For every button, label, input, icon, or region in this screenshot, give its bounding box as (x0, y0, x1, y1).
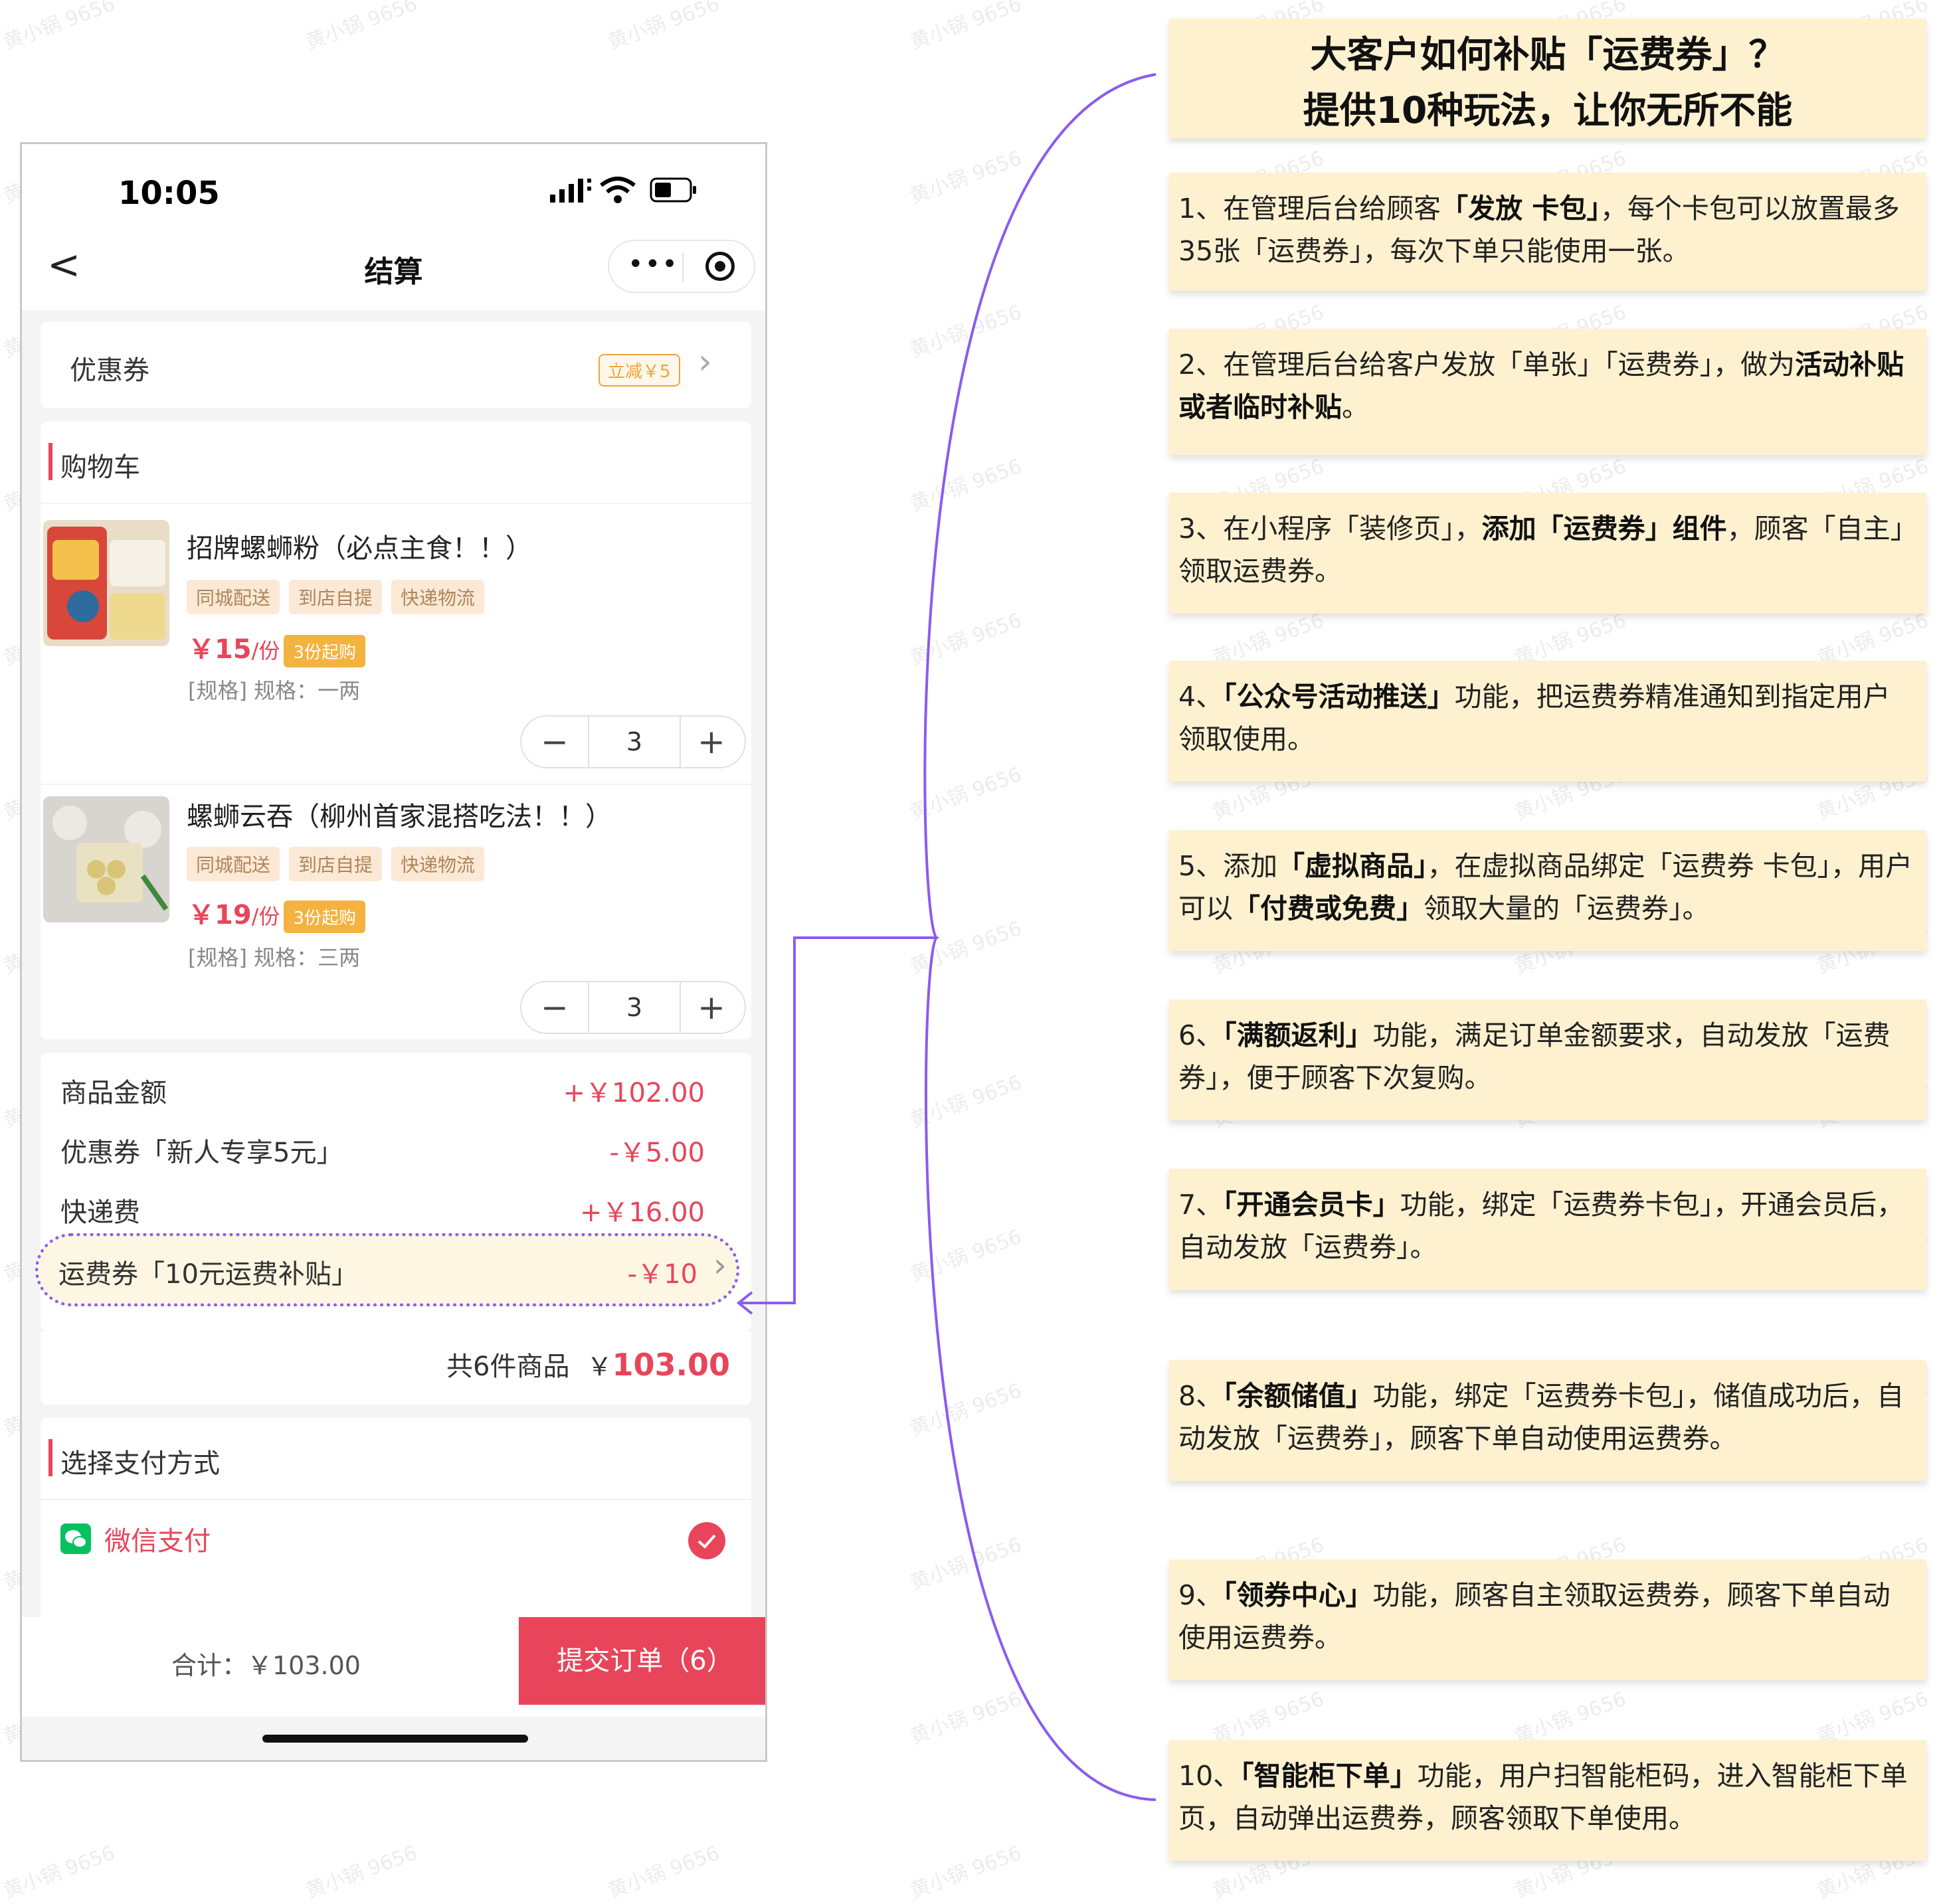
note-highlight: 「开通会员卡」 (1223, 1189, 1400, 1221)
note-text: 。 (1342, 391, 1369, 423)
panel-title: 大客户如何补贴「运费券」？ 提供10种玩法，让你无所不能 (1169, 19, 1926, 138)
note-text: 2、在管理后台给客户发放「单张」「运费券」，做为 (1178, 349, 1796, 381)
feature-note: 10、「智能柜下单」功能，用户扫智能柜码，进入智能柜下单页，自动弹出运费券，顾客… (1169, 1740, 1926, 1861)
note-text: 7、 (1178, 1189, 1224, 1221)
note-highlight: 「发放 卡包」 (1441, 193, 1600, 224)
note-text: 5、添加 (1178, 850, 1278, 882)
note-text: 8、 (1178, 1380, 1224, 1412)
feature-note: 4、「公众号活动推送」功能，把运费券精准通知到指定用户领取使用。 (1169, 661, 1926, 782)
note-highlight: 「公众号活动推送」 (1223, 681, 1455, 713)
feature-note: 8、「余额储值」功能，绑定「运费券卡包」，储值成功后，自动发放「运费券」，顾客下… (1169, 1360, 1926, 1481)
note-highlight: 「智能柜下单」 (1240, 1760, 1418, 1792)
feature-note: 9、「领券中心」功能，顾客自主领取运费券，顾客下单自动使用运费券。 (1169, 1559, 1926, 1680)
note-highlight: 「付费或免费」 (1233, 893, 1424, 924)
feature-note: 2、在管理后台给客户发放「单张」「运费券」，做为活动补贴或者临时补贴。 (1169, 329, 1926, 455)
note-text: 10、 (1178, 1760, 1241, 1792)
note-highlight: 「余额储值」 (1223, 1380, 1373, 1412)
feature-note: 1、在管理后台给顾客「发放 卡包」，每个卡包可以放置最多35张「运费券」，每次下… (1169, 173, 1926, 291)
feature-note: 7、「开通会员卡」功能，绑定「运费券卡包」，开通会员后，自动发放「运费券」。 (1169, 1169, 1926, 1290)
feature-note: 6、「满额返利」功能，满足订单金额要求，自动发放「运费券」，便于顾客下次复购。 (1169, 999, 1926, 1120)
note-highlight: 「虚拟商品」 (1277, 850, 1428, 882)
pointer-line (739, 936, 937, 1304)
note-highlight: 「满额返利」 (1223, 1019, 1373, 1051)
panel-title-line2: 提供10种玩法，让你无所不能 (1303, 89, 1793, 131)
note-highlight: 「领券中心」 (1223, 1579, 1373, 1611)
feature-note: 3、在小程序「装修页」，添加「运费券」组件，顾客「自主」领取运费券。 (1169, 493, 1926, 614)
panel-title-line1: 大客户如何补贴「运费券」？ (1310, 33, 1786, 76)
bracket-curve (923, 73, 1156, 1801)
note-text: 领取大量的「运费券」。 (1424, 893, 1710, 924)
note-highlight: 添加「运费券」组件 (1481, 513, 1727, 545)
note-text: 9、 (1178, 1579, 1224, 1611)
note-text: 6、 (1178, 1019, 1224, 1051)
note-text: 1、在管理后台给顾客 (1178, 193, 1441, 224)
note-text: 4、 (1178, 681, 1224, 713)
note-text: 3、在小程序「装修页」， (1178, 513, 1482, 545)
feature-note: 5、添加「虚拟商品」，在虚拟商品绑定「运费券 卡包」，用户可以「付费或免费」领取… (1169, 830, 1926, 951)
